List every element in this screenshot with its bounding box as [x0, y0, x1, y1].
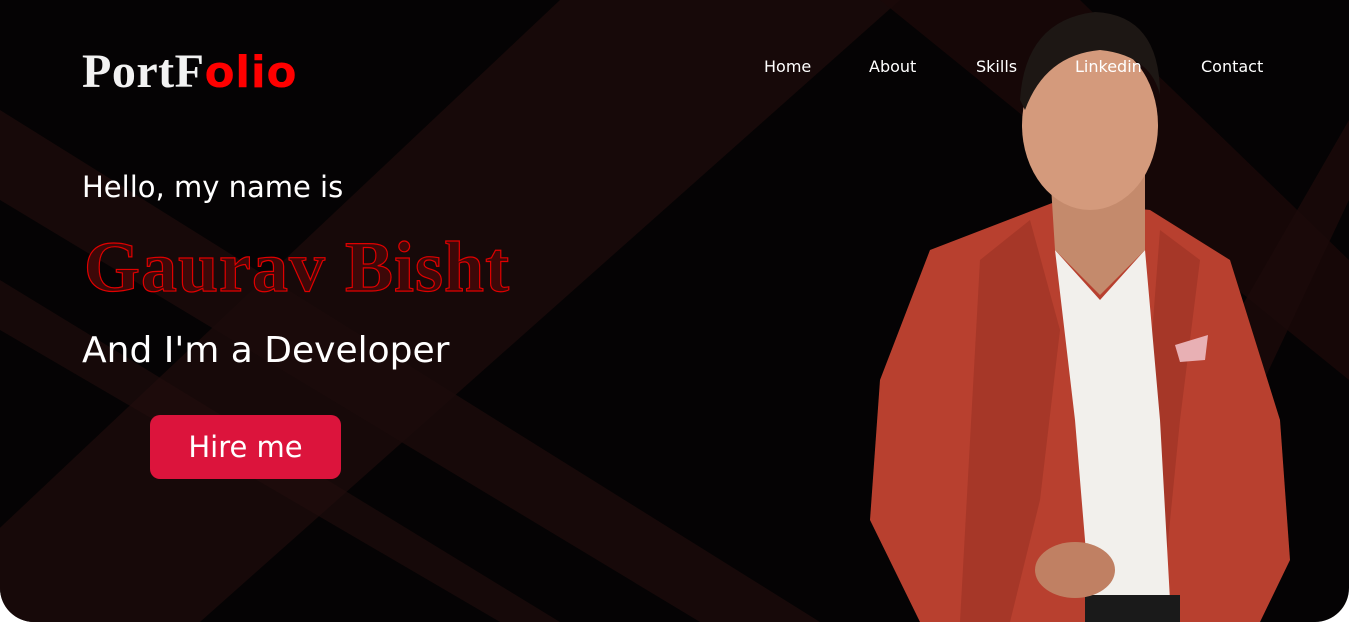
name-heading: Gaurav Bisht	[83, 226, 511, 307]
nav-about[interactable]: About	[869, 57, 916, 76]
hire-me-button[interactable]: Hire me	[150, 415, 341, 479]
hero-section: PortFolio Home About Skills Linkedin Con…	[0, 0, 1349, 622]
nav-contact[interactable]: Contact	[1201, 57, 1263, 76]
nav-linkedin[interactable]: Linkedin	[1075, 57, 1142, 76]
logo[interactable]: PortFolio	[82, 44, 297, 99]
logo-accent-text: olio	[204, 47, 298, 98]
profile-photo	[870, 12, 1290, 622]
logo-text: PortF	[82, 45, 205, 98]
nav-skills[interactable]: Skills	[976, 57, 1017, 76]
greeting-text: Hello, my name is	[82, 170, 344, 204]
role-text: And I'm a Developer	[82, 330, 450, 371]
nav-home[interactable]: Home	[764, 57, 811, 76]
